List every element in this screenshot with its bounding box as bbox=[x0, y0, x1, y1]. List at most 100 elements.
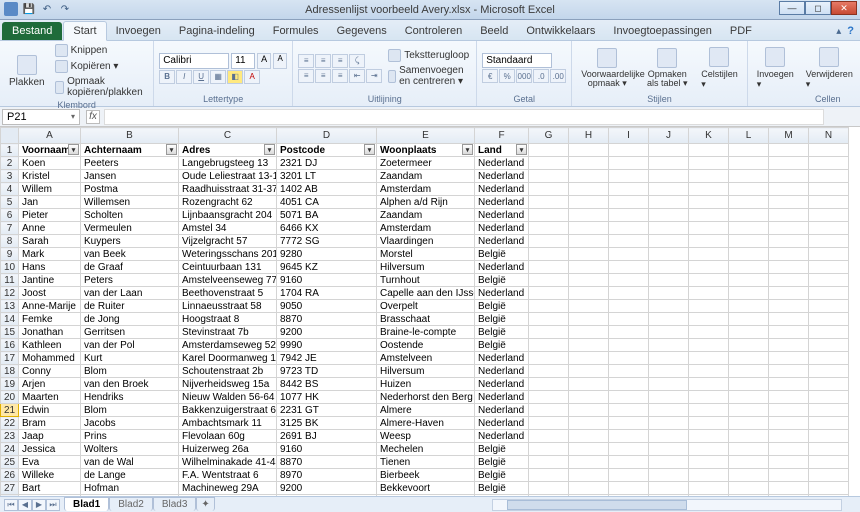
cell[interactable]: Nederhorst den Berg bbox=[377, 391, 475, 404]
col-header[interactable]: M bbox=[769, 128, 809, 144]
cell[interactable] bbox=[729, 469, 769, 482]
cell[interactable]: Capelle aan den IJssel bbox=[377, 287, 475, 300]
cell[interactable]: Kuypers bbox=[81, 235, 179, 248]
cell[interactable]: Peeters bbox=[81, 157, 179, 170]
cell[interactable] bbox=[529, 417, 569, 430]
cell[interactable] bbox=[809, 196, 849, 209]
cell[interactable] bbox=[689, 365, 729, 378]
cell[interactable] bbox=[729, 378, 769, 391]
spreadsheet-grid[interactable]: ABCDEFGHIJKLMN1Voornaam▾Achternaam▾Adres… bbox=[0, 127, 860, 496]
minimize-button[interactable]: — bbox=[779, 1, 805, 15]
cell[interactable] bbox=[769, 183, 809, 196]
cell[interactable] bbox=[569, 209, 609, 222]
shrink-font-icon[interactable]: A bbox=[273, 53, 287, 69]
col-header[interactable]: C bbox=[179, 128, 277, 144]
cell[interactable]: Turnhout bbox=[377, 274, 475, 287]
dec-decimal-icon[interactable]: .00 bbox=[550, 69, 566, 83]
cell[interactable]: Nederland bbox=[475, 391, 529, 404]
cell[interactable] bbox=[769, 222, 809, 235]
cell[interactable] bbox=[569, 430, 609, 443]
cell[interactable]: Gerritsen bbox=[81, 326, 179, 339]
cell[interactable]: 2321 DJ bbox=[277, 157, 377, 170]
cell[interactable] bbox=[729, 326, 769, 339]
cell[interactable] bbox=[769, 300, 809, 313]
cell[interactable] bbox=[769, 391, 809, 404]
row-header[interactable]: 22 bbox=[1, 417, 19, 430]
cell[interactable] bbox=[609, 339, 649, 352]
cell[interactable] bbox=[569, 482, 609, 495]
prev-sheet-icon[interactable]: ◀ bbox=[18, 499, 32, 511]
align-right-icon[interactable]: ≡ bbox=[332, 69, 348, 83]
row-header[interactable]: 19 bbox=[1, 378, 19, 391]
cell[interactable]: Nederland bbox=[475, 209, 529, 222]
cell[interactable]: Amsterdam bbox=[377, 222, 475, 235]
cell[interactable]: Femke bbox=[19, 313, 81, 326]
cell[interactable]: Zaandam bbox=[377, 209, 475, 222]
cell[interactable] bbox=[609, 209, 649, 222]
cell[interactable] bbox=[689, 274, 729, 287]
cell[interactable] bbox=[529, 443, 569, 456]
cell[interactable] bbox=[809, 326, 849, 339]
cell[interactable]: Vijzelgracht 57 bbox=[179, 235, 277, 248]
cell[interactable] bbox=[809, 300, 849, 313]
cell[interactable] bbox=[689, 300, 729, 313]
cell[interactable]: België bbox=[475, 326, 529, 339]
cell[interactable] bbox=[569, 144, 609, 157]
formula-input[interactable] bbox=[104, 109, 824, 125]
cell[interactable] bbox=[689, 287, 729, 300]
cell[interactable] bbox=[769, 235, 809, 248]
cell[interactable] bbox=[649, 404, 689, 417]
cell[interactable]: Machineweg 29A bbox=[179, 482, 277, 495]
cell[interactable] bbox=[809, 443, 849, 456]
cell[interactable]: Kurt bbox=[81, 352, 179, 365]
cell[interactable]: Jantine bbox=[19, 274, 81, 287]
cell[interactable] bbox=[729, 352, 769, 365]
cell[interactable] bbox=[809, 170, 849, 183]
table-header-cell[interactable]: Achternaam▾ bbox=[81, 144, 179, 157]
cell[interactable] bbox=[769, 417, 809, 430]
cell[interactable]: Vermeulen bbox=[81, 222, 179, 235]
cell[interactable] bbox=[649, 144, 689, 157]
cell[interactable]: 9280 bbox=[277, 248, 377, 261]
align-middle-icon[interactable]: ≡ bbox=[315, 54, 331, 68]
delete-button[interactable]: Verwijderen ▾ bbox=[802, 43, 857, 93]
cell[interactable]: 9990 bbox=[277, 339, 377, 352]
cell[interactable] bbox=[729, 443, 769, 456]
merge-center-button[interactable]: Samenvoegen en centreren ▾ bbox=[386, 64, 471, 88]
cell[interactable] bbox=[529, 326, 569, 339]
file-tab[interactable]: Bestand bbox=[2, 22, 62, 40]
col-header[interactable]: H bbox=[569, 128, 609, 144]
row-header[interactable]: 18 bbox=[1, 365, 19, 378]
cell[interactable]: Nijverheidsweg 15a bbox=[179, 378, 277, 391]
first-sheet-icon[interactable]: ⏮ bbox=[4, 499, 18, 511]
cell[interactable]: Nederland bbox=[475, 157, 529, 170]
cell[interactable] bbox=[729, 170, 769, 183]
cell[interactable] bbox=[769, 157, 809, 170]
cell[interactable]: de Graaf bbox=[81, 261, 179, 274]
last-sheet-icon[interactable]: ⏭ bbox=[46, 499, 60, 511]
cell[interactable] bbox=[649, 378, 689, 391]
cell[interactable] bbox=[649, 287, 689, 300]
cell[interactable]: Amsterdamseweg 526 bbox=[179, 339, 277, 352]
align-bottom-icon[interactable]: ≡ bbox=[332, 54, 348, 68]
cell[interactable] bbox=[689, 352, 729, 365]
close-button[interactable]: ✕ bbox=[831, 1, 857, 15]
cell[interactable]: Bart bbox=[19, 482, 81, 495]
row-header[interactable]: 7 bbox=[1, 222, 19, 235]
cell[interactable] bbox=[729, 430, 769, 443]
cell[interactable] bbox=[529, 469, 569, 482]
cell[interactable]: 2691 BJ bbox=[277, 430, 377, 443]
cell[interactable] bbox=[729, 287, 769, 300]
cell[interactable] bbox=[809, 391, 849, 404]
cell[interactable] bbox=[729, 222, 769, 235]
cell[interactable]: Weesp bbox=[377, 430, 475, 443]
table-header-cell[interactable]: Voornaam▾ bbox=[19, 144, 81, 157]
cell[interactable] bbox=[809, 287, 849, 300]
cell[interactable]: 9645 KZ bbox=[277, 261, 377, 274]
cell[interactable]: Kathleen bbox=[19, 339, 81, 352]
col-header[interactable]: A bbox=[19, 128, 81, 144]
sheet-tab-1[interactable]: Blad1 bbox=[64, 497, 109, 511]
row-header[interactable]: 25 bbox=[1, 456, 19, 469]
cell[interactable] bbox=[569, 404, 609, 417]
filter-icon[interactable]: ▾ bbox=[264, 144, 275, 155]
